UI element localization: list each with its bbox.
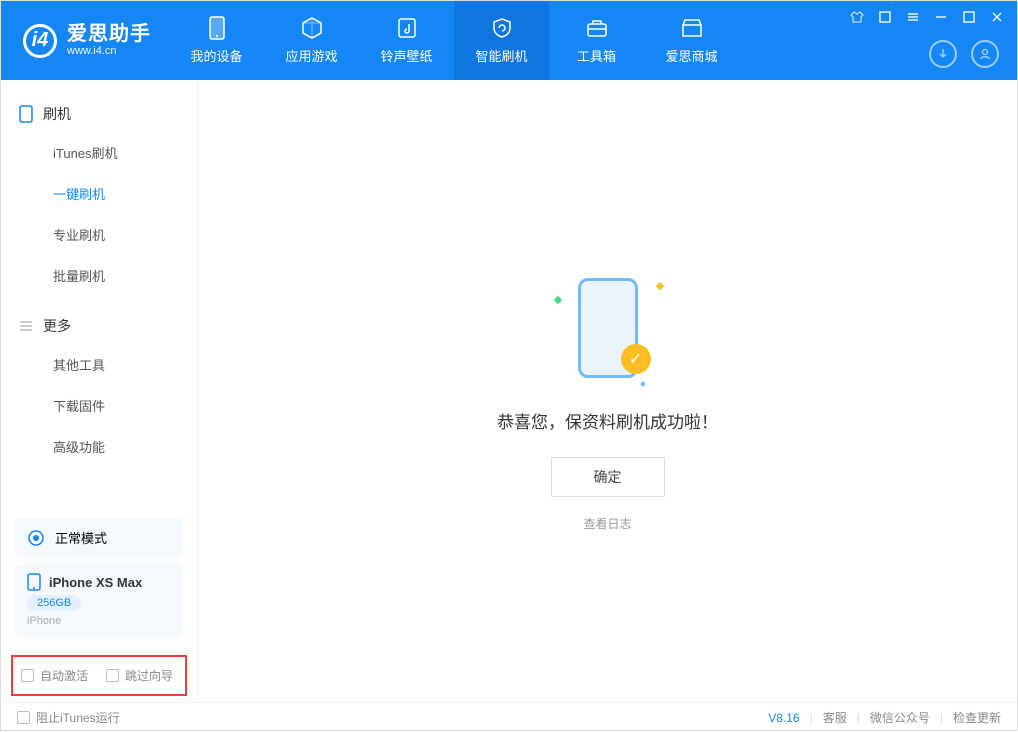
toolbox-icon	[585, 16, 609, 40]
sparkle-icon	[640, 381, 646, 387]
sparkle-icon	[553, 296, 561, 304]
music-note-icon	[395, 16, 419, 40]
logo-icon: i4	[23, 24, 57, 58]
window-controls	[849, 9, 1005, 25]
refresh-shield-icon	[490, 16, 514, 40]
device-storage-badge: 256GB	[27, 595, 81, 611]
nav-tabs: 我的设备 应用游戏 铃声壁纸 智能刷机 工具箱 爱思商城	[169, 1, 739, 80]
view-log-link[interactable]: 查看日志	[583, 515, 631, 532]
store-icon	[680, 16, 704, 40]
tab-toolbox[interactable]: 工具箱	[549, 1, 644, 80]
device-name-label: iPhone XS Max	[49, 575, 142, 590]
checkbox-label: 阻止iTunes运行	[36, 709, 120, 726]
tab-ringtones-wallpapers[interactable]: 铃声壁纸	[359, 1, 454, 80]
sidebar-item-download-firmware[interactable]: 下载固件	[1, 385, 197, 426]
tab-store[interactable]: 爱思商城	[644, 1, 739, 80]
tab-label: 工具箱	[577, 46, 616, 65]
checkbox-label: 自动激活	[40, 667, 88, 684]
phone-icon	[19, 105, 33, 123]
close-button[interactable]	[989, 9, 1005, 25]
phone-icon	[27, 573, 41, 591]
tab-label: 铃声壁纸	[380, 46, 432, 65]
tab-smart-flash[interactable]: 智能刷机	[454, 1, 549, 80]
header-bar: i4 爱思助手 www.i4.cn 我的设备 应用游戏 铃声壁纸 智能刷机 工具…	[1, 1, 1017, 80]
tab-label: 应用游戏	[285, 46, 337, 65]
group-title-label: 更多	[43, 316, 71, 336]
logo-area: i4 爱思助手 www.i4.cn	[1, 23, 169, 57]
tab-label: 爱思商城	[665, 46, 717, 65]
sidebar-item-itunes-flash[interactable]: iTunes刷机	[1, 132, 197, 173]
checkbox-auto-activate[interactable]: 自动激活	[21, 667, 88, 684]
confirm-button[interactable]: 确定	[551, 457, 665, 497]
tab-label: 智能刷机	[475, 46, 527, 65]
checkbox-skip-guide[interactable]: 跳过向导	[106, 667, 173, 684]
tab-apps-games[interactable]: 应用游戏	[264, 1, 359, 80]
shirt-icon[interactable]	[849, 9, 865, 25]
version-label: V8.16	[768, 711, 799, 725]
minimize-button[interactable]	[933, 9, 949, 25]
checkbox-highlight-box: 自动激活 跳过向导	[11, 655, 187, 696]
checkbox-label: 跳过向导	[125, 667, 173, 684]
checkbox-icon	[106, 669, 119, 682]
sparkle-icon	[655, 282, 663, 290]
footer-link-update[interactable]: 检查更新	[953, 709, 1001, 726]
menu-icon[interactable]	[877, 9, 893, 25]
sidebar: 刷机 iTunes刷机 一键刷机 专业刷机 批量刷机 更多 其他工具 下载固件 …	[1, 80, 198, 702]
maximize-button[interactable]	[961, 9, 977, 25]
checkbox-icon	[21, 669, 34, 682]
sidebar-item-other-tools[interactable]: 其他工具	[1, 344, 197, 385]
sidebar-item-pro-flash[interactable]: 专业刷机	[1, 214, 197, 255]
sidebar-item-advanced[interactable]: 高级功能	[1, 426, 197, 467]
success-illustration: ✓	[543, 275, 673, 380]
sidebar-item-batch-flash[interactable]: 批量刷机	[1, 255, 197, 296]
hamburger-icon	[19, 319, 33, 333]
sidebar-item-oneclick-flash[interactable]: 一键刷机	[1, 173, 197, 214]
app-title: 爱思助手	[67, 23, 151, 45]
sidebar-group-flash: 刷机	[1, 96, 197, 132]
device-type-label: iPhone	[27, 615, 171, 627]
tab-label: 我的设备	[190, 46, 242, 65]
device-card[interactable]: iPhone XS Max 256GB iPhone	[15, 563, 183, 637]
footer-link-wechat[interactable]: 微信公众号	[870, 709, 930, 726]
list-icon[interactable]	[905, 9, 921, 25]
mode-label: 正常模式	[55, 528, 107, 547]
success-message: 恭喜您，保资料刷机成功啦！	[497, 408, 718, 433]
footer-bar: 阻止iTunes运行 V8.16 | 客服 | 微信公众号 | 检查更新	[1, 702, 1017, 732]
cube-icon	[300, 16, 324, 40]
device-icon	[205, 16, 229, 40]
group-title-label: 刷机	[43, 104, 71, 124]
mode-card[interactable]: 正常模式	[15, 518, 183, 557]
download-button[interactable]	[929, 40, 957, 68]
header-action-circles	[929, 40, 999, 68]
sidebar-group-more: 更多	[1, 308, 197, 344]
mode-icon	[27, 529, 45, 547]
checkbox-block-itunes[interactable]: 阻止iTunes运行	[17, 709, 120, 726]
main-content: ✓ 恭喜您，保资料刷机成功啦！ 确定 查看日志	[198, 80, 1017, 702]
app-subtitle: www.i4.cn	[67, 45, 151, 57]
tab-my-device[interactable]: 我的设备	[169, 1, 264, 80]
checkbox-icon	[17, 711, 30, 724]
user-button[interactable]	[971, 40, 999, 68]
footer-link-support[interactable]: 客服	[823, 709, 847, 726]
check-circle-icon: ✓	[621, 344, 651, 374]
